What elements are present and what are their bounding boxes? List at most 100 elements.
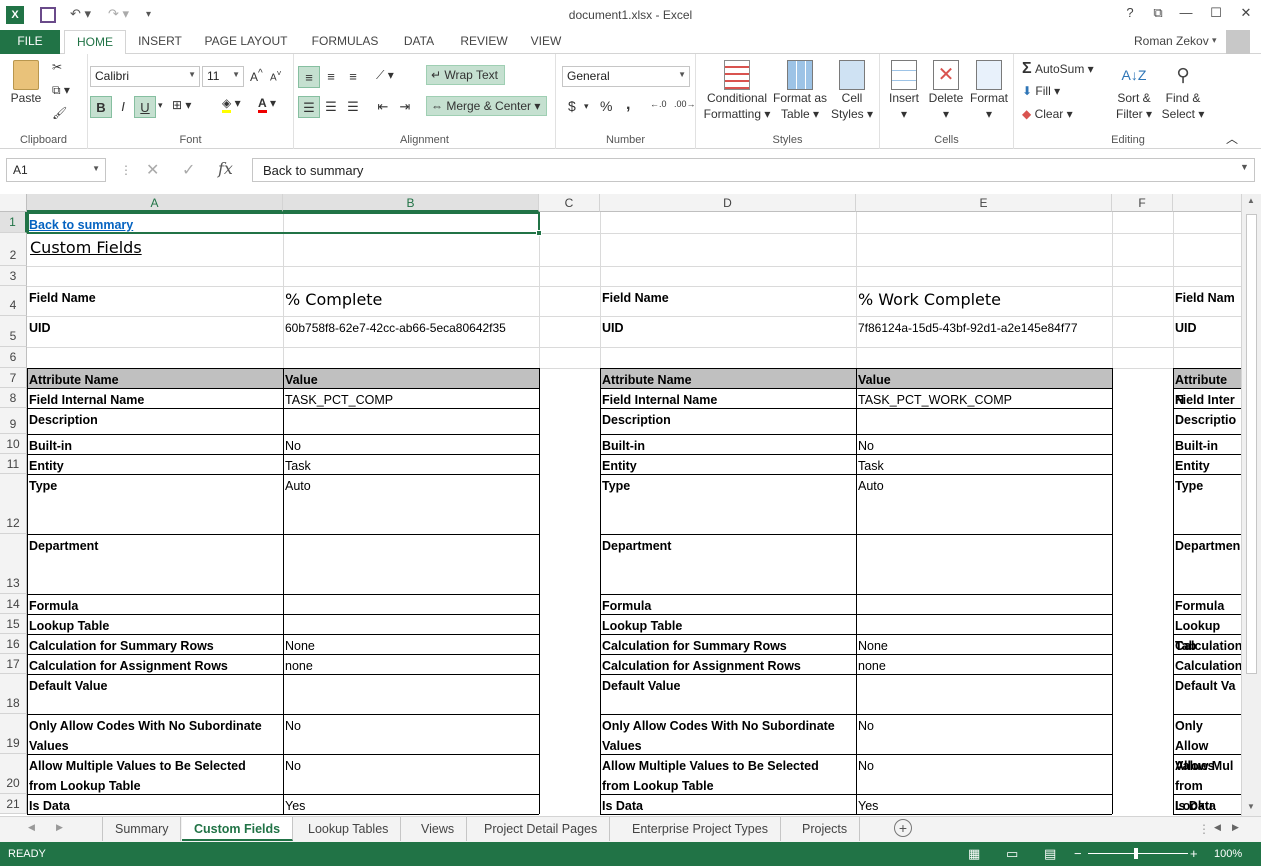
currency-button[interactable]: $ (568, 98, 576, 114)
avatar[interactable] (1226, 30, 1250, 54)
autosum-button[interactable]: Σ AutoSum ▾ (1022, 60, 1094, 78)
row-header[interactable]: 8 (0, 388, 27, 408)
user-dropdown-icon[interactable]: ▾ (1212, 35, 1217, 46)
select-all-corner[interactable] (0, 194, 27, 212)
zoom-slider-thumb[interactable] (1134, 848, 1138, 859)
row-header[interactable]: 20 (0, 754, 27, 794)
expand-formula-bar-icon[interactable]: ▼ (1240, 162, 1249, 172)
fill-color-icon[interactable]: ◈ ▾ (222, 96, 241, 113)
column-header-a[interactable]: A (27, 194, 283, 212)
row-header[interactable]: 6 (0, 347, 27, 368)
copy-icon[interactable]: ⧉ ▾ (52, 83, 70, 98)
worksheet-grid[interactable]: A B C D E F 1 2 3 4 5 6 7 8 9 10 11 12 1… (0, 194, 1241, 816)
row-header[interactable]: 13 (0, 534, 27, 594)
row-header[interactable]: 18 (0, 674, 27, 714)
new-sheet-button[interactable]: + (894, 819, 912, 837)
back-to-summary-link[interactable]: Back to summary (27, 213, 283, 235)
percent-button[interactable]: % (600, 98, 612, 114)
column-header-b[interactable]: B (283, 194, 539, 212)
fill-button[interactable]: ⬇ Fill ▾ (1022, 84, 1060, 98)
underline-dropdown-icon[interactable]: ▾ (158, 100, 163, 111)
fill-handle[interactable] (536, 230, 542, 236)
decrease-font-icon[interactable]: A˅ (270, 68, 282, 83)
scroll-up-icon[interactable]: ▲ (1247, 196, 1255, 205)
comma-button[interactable]: , (626, 96, 630, 114)
wrap-text-button[interactable]: ↵ Wrap Text (426, 65, 505, 85)
column-header-g[interactable] (1173, 194, 1241, 212)
row-header[interactable]: 5 (0, 316, 27, 347)
scroll-down-icon[interactable]: ▼ (1247, 802, 1255, 811)
column-header-c[interactable]: C (539, 194, 600, 212)
format-painter-icon[interactable]: 🖌 (52, 106, 67, 120)
row-header[interactable]: 3 (0, 266, 27, 286)
normal-view-icon[interactable]: ▦ (968, 846, 980, 862)
cancel-entry-icon[interactable]: ✕ (146, 160, 159, 180)
align-middle-icon[interactable]: ≡ (320, 66, 342, 88)
merge-center-button[interactable]: ⇔ Merge & Center ▾ (426, 96, 548, 116)
align-center-icon[interactable]: ☰ (320, 96, 342, 118)
minimize-button[interactable]: — (1176, 5, 1196, 20)
insert-function-button[interactable]: fx (218, 159, 233, 178)
close-button[interactable]: ✕ (1236, 5, 1256, 21)
decrease-indent-icon[interactable]: ⇤ (372, 96, 394, 118)
cut-icon[interactable]: ✂ (52, 60, 62, 74)
align-right-icon[interactable]: ☰ (342, 96, 364, 118)
borders-icon[interactable]: ⊞ ▾ (172, 98, 191, 112)
maximize-button[interactable]: ☐ (1206, 5, 1226, 21)
sheet-tab-summary[interactable]: Summary (102, 817, 182, 841)
row-header[interactable]: 9 (0, 408, 27, 434)
row-header[interactable]: 12 (0, 474, 27, 534)
number-format-select[interactable]: General ▼ (562, 66, 690, 87)
formula-input[interactable]: Back to summary (252, 158, 1255, 182)
align-left-icon[interactable]: ☰ (298, 96, 320, 118)
tab-insert[interactable]: INSERT (130, 30, 190, 54)
zoom-slider[interactable] (1088, 853, 1188, 854)
bold-button[interactable]: B (90, 96, 112, 118)
row-header[interactable]: 19 (0, 714, 27, 754)
sheet-tab-custom-fields[interactable]: Custom Fields (182, 817, 294, 841)
sheet-tab-enterprise-project-types[interactable]: Enterprise Project Types (620, 817, 781, 841)
delete-cells-button[interactable]: ✕ Delete ▾ (926, 60, 966, 122)
font-color-icon[interactable]: A ▾ (258, 96, 276, 113)
scroll-thumb[interactable] (1246, 214, 1257, 674)
column-header-e[interactable]: E (856, 194, 1112, 212)
italic-button[interactable]: I (112, 96, 134, 118)
ribbon-display-options-icon[interactable]: ⧉ (1148, 5, 1168, 21)
row-header[interactable]: 7 (0, 368, 27, 388)
sort-filter-button[interactable]: A↓Z Sort & Filter ▾ (1110, 60, 1158, 122)
currency-dropdown-icon[interactable]: ▾ (584, 101, 589, 112)
next-sheet-icon[interactable]: ▶ (56, 822, 63, 833)
decrease-decimal-icon[interactable]: .00→ (674, 99, 696, 109)
confirm-entry-icon[interactable]: ✓ (182, 160, 195, 180)
tab-home[interactable]: HOME (64, 30, 126, 55)
tab-formulas[interactable]: FORMULAS (306, 30, 384, 54)
zoom-in-button[interactable]: + (1190, 846, 1198, 861)
column-header-f[interactable]: F (1112, 194, 1173, 212)
column-header-d[interactable]: D (600, 194, 856, 212)
row-header[interactable]: 1 (0, 212, 27, 233)
tab-file[interactable]: FILE (0, 30, 60, 54)
page-layout-view-icon[interactable]: ▭ (1006, 846, 1018, 862)
increase-decimal-icon[interactable]: ←.0 (650, 99, 667, 109)
sheet-tab-lookup-tables[interactable]: Lookup Tables (296, 817, 402, 841)
tab-view[interactable]: VIEW (522, 30, 570, 54)
font-size-select[interactable]: 11 ▼ (202, 66, 244, 87)
clear-button[interactable]: ◆ Clear ▾ (1022, 107, 1073, 121)
row-header[interactable]: 11 (0, 454, 27, 474)
sheet-tab-projects[interactable]: Projects (790, 817, 861, 841)
row-header[interactable]: 4 (0, 286, 27, 316)
align-top-icon[interactable]: ≡ (298, 66, 320, 88)
tab-page-layout[interactable]: PAGE LAYOUT (196, 30, 296, 54)
increase-font-icon[interactable]: A^ (250, 68, 263, 84)
sheet-tab-views[interactable]: Views (409, 817, 468, 841)
row-header[interactable]: 21 (0, 794, 27, 814)
user-name[interactable]: Roman Zekov (1134, 34, 1209, 48)
hscroll-right-icon[interactable]: ▶ (1232, 822, 1239, 833)
cell-styles-button[interactable]: Cell Styles ▾ (828, 60, 876, 122)
tab-review[interactable]: REVIEW (454, 30, 514, 54)
hscroll-left-icon[interactable]: ◀ (1214, 822, 1221, 833)
conditional-formatting-button[interactable]: Conditional Formatting ▾ (702, 60, 772, 122)
tab-data[interactable]: DATA (394, 30, 444, 54)
orientation-icon[interactable]: ⟋ ▾ (376, 68, 394, 83)
vertical-scrollbar[interactable]: ▲ ▼ (1241, 194, 1261, 816)
